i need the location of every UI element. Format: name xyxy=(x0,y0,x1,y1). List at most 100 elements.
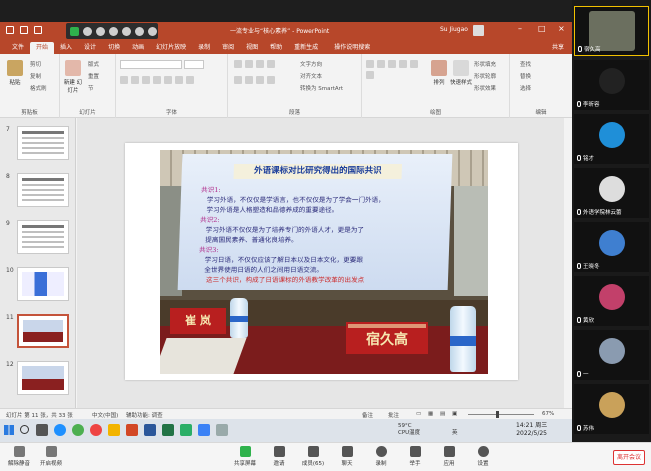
ime-indicator[interactable]: 英 xyxy=(452,430,458,436)
tab-insert[interactable]: 插入 xyxy=(54,42,78,54)
save-icon[interactable] xyxy=(20,26,28,34)
new-slide-button[interactable]: 新建 幻灯片 xyxy=(62,60,84,94)
pause-share-icon[interactable] xyxy=(70,26,79,36)
slideshow-view-icon[interactable]: ▣ xyxy=(452,411,457,417)
account-avatar[interactable] xyxy=(473,25,484,36)
windows-start-icon[interactable] xyxy=(4,425,14,435)
participant-tile[interactable]: 铭才 xyxy=(574,114,649,164)
app-icon[interactable] xyxy=(216,424,228,436)
text-direction-button[interactable]: 文字方向 xyxy=(300,60,322,68)
arrange-button[interactable]: 排列 xyxy=(428,60,450,86)
current-slide[interactable]: 外语课标对比研究得出的国际共识 共识1: 学习外语，不仅仅是学语言，也不仅仅是为了… xyxy=(125,143,518,380)
autosave-icon[interactable] xyxy=(6,26,14,34)
invite-button[interactable]: 邀请 xyxy=(262,446,296,467)
tab-home[interactable]: 开始 xyxy=(30,42,55,54)
slide-thumbnail-row[interactable]: 9 xyxy=(0,218,76,262)
record-button[interactable]: 录制 xyxy=(364,446,398,467)
paste-button[interactable]: 粘贴 xyxy=(4,60,26,86)
tab-file[interactable]: 文件 xyxy=(6,42,30,54)
strikethrough-icon[interactable] xyxy=(153,76,161,84)
zoom-slider-thumb[interactable] xyxy=(496,411,499,418)
slide-thumbnail-row[interactable]: 8 xyxy=(0,171,76,215)
copy-button[interactable]: 复制 xyxy=(30,72,41,80)
more-settings-icon[interactable] xyxy=(148,26,157,36)
zoom-slider[interactable] xyxy=(468,414,534,415)
align-right-icon[interactable] xyxy=(256,76,264,84)
comments-button[interactable]: 批注 xyxy=(388,411,399,419)
search-icon[interactable] xyxy=(20,425,29,434)
smartart-button[interactable]: 转换为 SmartArt xyxy=(300,84,343,92)
share-button[interactable]: 共享 xyxy=(552,42,564,51)
reset-button[interactable]: 重置 xyxy=(88,72,99,80)
chrome-icon[interactable] xyxy=(72,424,84,436)
tab-slideshow[interactable]: 幻灯片放映 xyxy=(150,42,192,54)
participant-tile[interactable]: 王晓冬 xyxy=(574,222,649,272)
reading-view-icon[interactable]: ▤ xyxy=(440,411,445,417)
participant-tile[interactable]: 一 xyxy=(574,330,649,380)
annotate-icon[interactable] xyxy=(122,26,131,36)
justify-icon[interactable] xyxy=(267,76,275,84)
normal-view-icon[interactable]: ▭ xyxy=(416,411,421,417)
video-icon[interactable] xyxy=(96,26,105,36)
align-center-icon[interactable] xyxy=(245,76,253,84)
section-button[interactable]: 节 xyxy=(88,84,94,92)
quick-styles-button[interactable]: 快速样式 xyxy=(450,60,472,86)
align-text-button[interactable]: 对齐文本 xyxy=(300,72,322,80)
language-indicator[interactable]: 中文(中国) xyxy=(92,411,118,419)
clock[interactable]: 14:21 周三 2022/5/25 xyxy=(516,422,547,438)
tab-design[interactable]: 设计 xyxy=(78,42,102,54)
participant-tile[interactable]: 李昕容 xyxy=(574,60,649,110)
close-icon[interactable]: × xyxy=(558,25,566,33)
slide-thumbnail-row[interactable]: 11 xyxy=(0,312,76,356)
word-icon[interactable] xyxy=(144,424,156,436)
slide-thumbnail[interactable] xyxy=(17,126,69,160)
numbering-icon[interactable] xyxy=(245,60,253,68)
undo-icon[interactable] xyxy=(34,26,42,34)
leave-meeting-button[interactable]: 离开会议 xyxy=(613,450,645,465)
slide-thumbnail-row[interactable]: 7 xyxy=(0,124,76,168)
replace-button[interactable]: 替换 xyxy=(520,72,531,80)
cut-button[interactable]: 剪切 xyxy=(30,60,41,68)
file-explorer-icon[interactable] xyxy=(108,424,120,436)
font-size-box[interactable] xyxy=(184,60,204,69)
raise-hand-button[interactable]: 举手 xyxy=(398,446,432,467)
mic-icon[interactable] xyxy=(83,26,92,36)
indent-icon[interactable] xyxy=(256,60,264,68)
shape-outline-button[interactable]: 形状轮廓 xyxy=(474,72,496,80)
accessibility-check[interactable]: 辅助功能: 调查 xyxy=(126,411,163,419)
slide-thumbnail[interactable] xyxy=(17,220,69,254)
slide-thumbnail[interactable] xyxy=(17,173,69,207)
participants-icon[interactable] xyxy=(109,26,118,36)
slide-thumbnail[interactable] xyxy=(17,314,69,348)
outdent-icon[interactable] xyxy=(267,60,275,68)
shapes-gallery[interactable] xyxy=(366,60,426,79)
bullets-icon[interactable] xyxy=(234,60,242,68)
tab-animations[interactable]: 动画 xyxy=(126,42,150,54)
edge-icon[interactable] xyxy=(54,424,66,436)
settings-button[interactable]: 设置 xyxy=(466,446,500,467)
tab-view[interactable]: 视图 xyxy=(240,42,264,54)
align-left-icon[interactable] xyxy=(234,76,242,84)
chat-button[interactable]: 聊天 xyxy=(330,446,364,467)
tab-review[interactable]: 审阅 xyxy=(216,42,240,54)
wechat-icon[interactable] xyxy=(180,424,192,436)
bold-icon[interactable] xyxy=(120,76,128,84)
slide-thumbnail-row[interactable]: 12 xyxy=(0,359,76,403)
meeting-app-icon[interactable] xyxy=(198,424,210,436)
account-name[interactable]: Su Jiugao xyxy=(440,26,468,33)
participant-tile[interactable]: 黄欣 xyxy=(574,276,649,326)
tab-record[interactable]: 录制 xyxy=(192,42,216,54)
format-painter-button[interactable]: 格式刷 xyxy=(30,84,47,92)
participant-tile[interactable]: 苏伟 xyxy=(574,384,649,434)
shape-fill-button[interactable]: 形状填充 xyxy=(474,60,496,68)
members-button[interactable]: 成员(65) xyxy=(296,446,330,467)
slide-thumbnail[interactable] xyxy=(17,267,69,301)
tab-transitions[interactable]: 切换 xyxy=(102,42,126,54)
underline-icon[interactable] xyxy=(142,76,150,84)
char-spacing-icon[interactable] xyxy=(175,76,183,84)
slide-thumbnail[interactable] xyxy=(17,361,69,395)
participant-tile[interactable]: 宿久高 xyxy=(574,6,649,56)
zoom-level[interactable]: 67% xyxy=(542,411,554,417)
notes-button[interactable]: 备注 xyxy=(362,411,373,419)
participant-tile[interactable]: 外语学院林云蕾 xyxy=(574,168,649,218)
